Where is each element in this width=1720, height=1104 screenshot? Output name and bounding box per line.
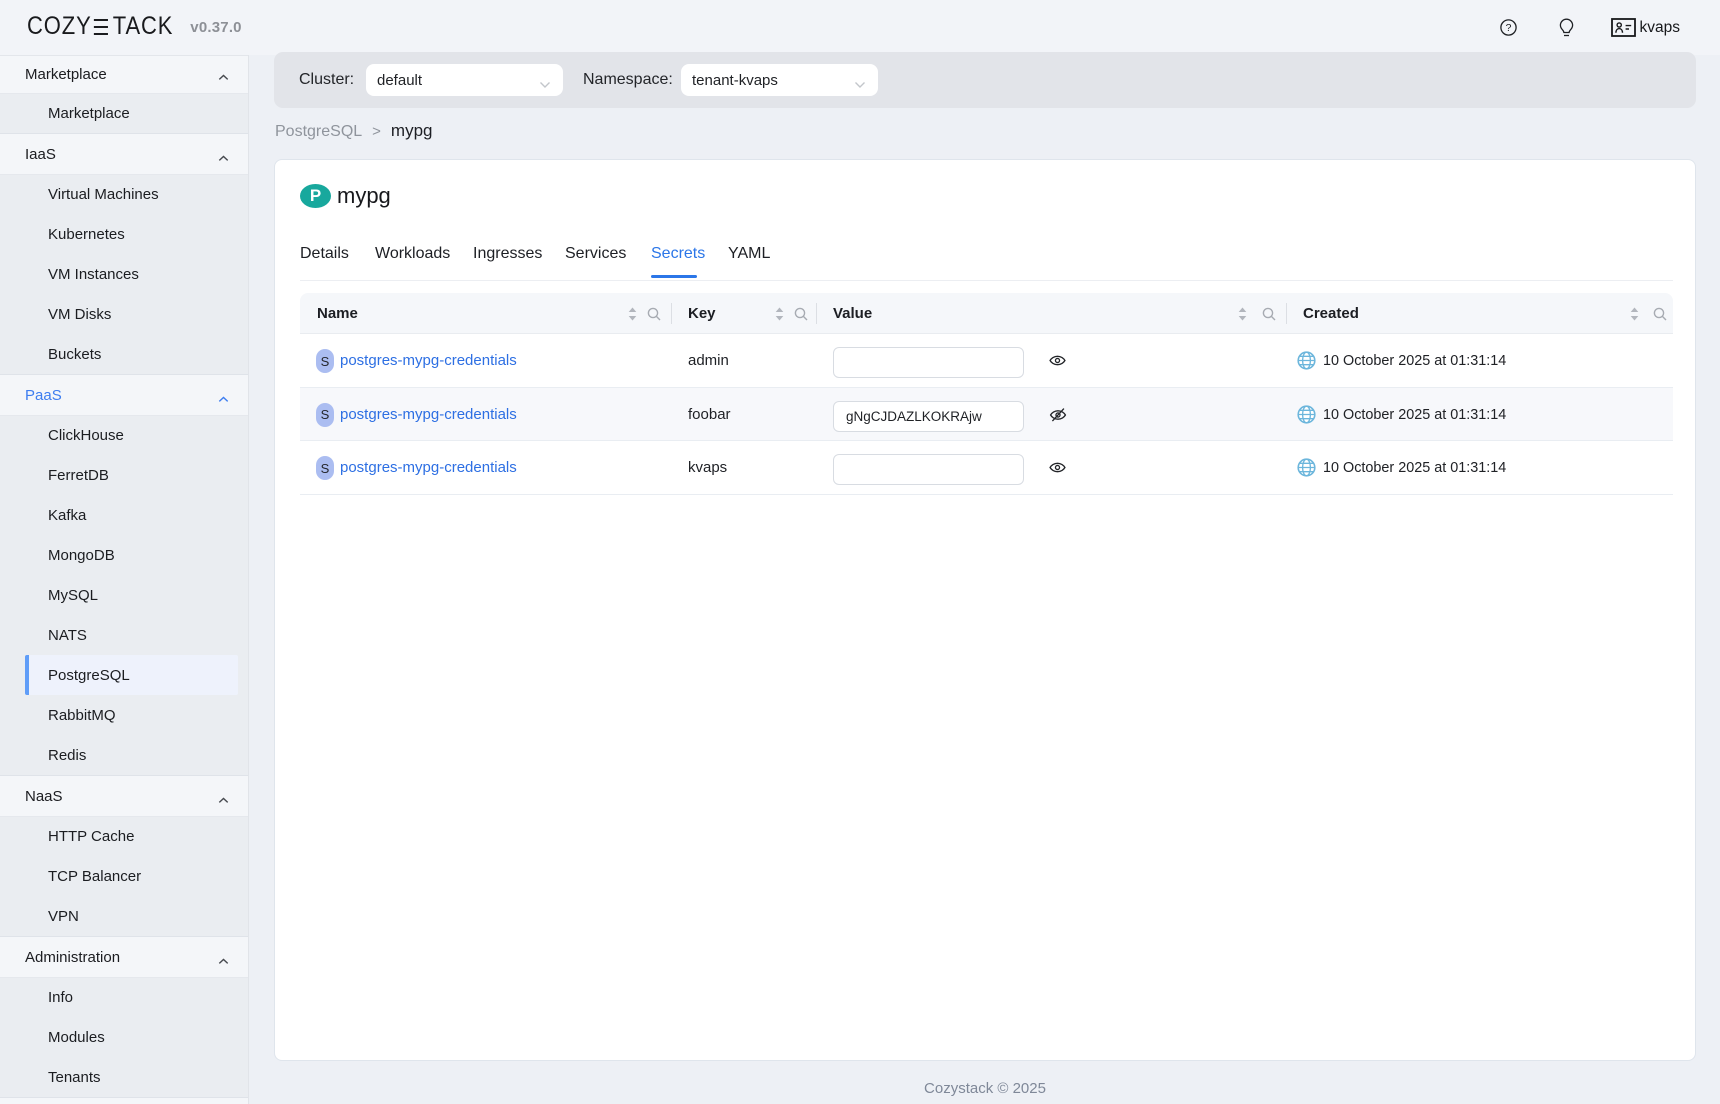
svg-text:?: ? <box>1505 22 1511 34</box>
